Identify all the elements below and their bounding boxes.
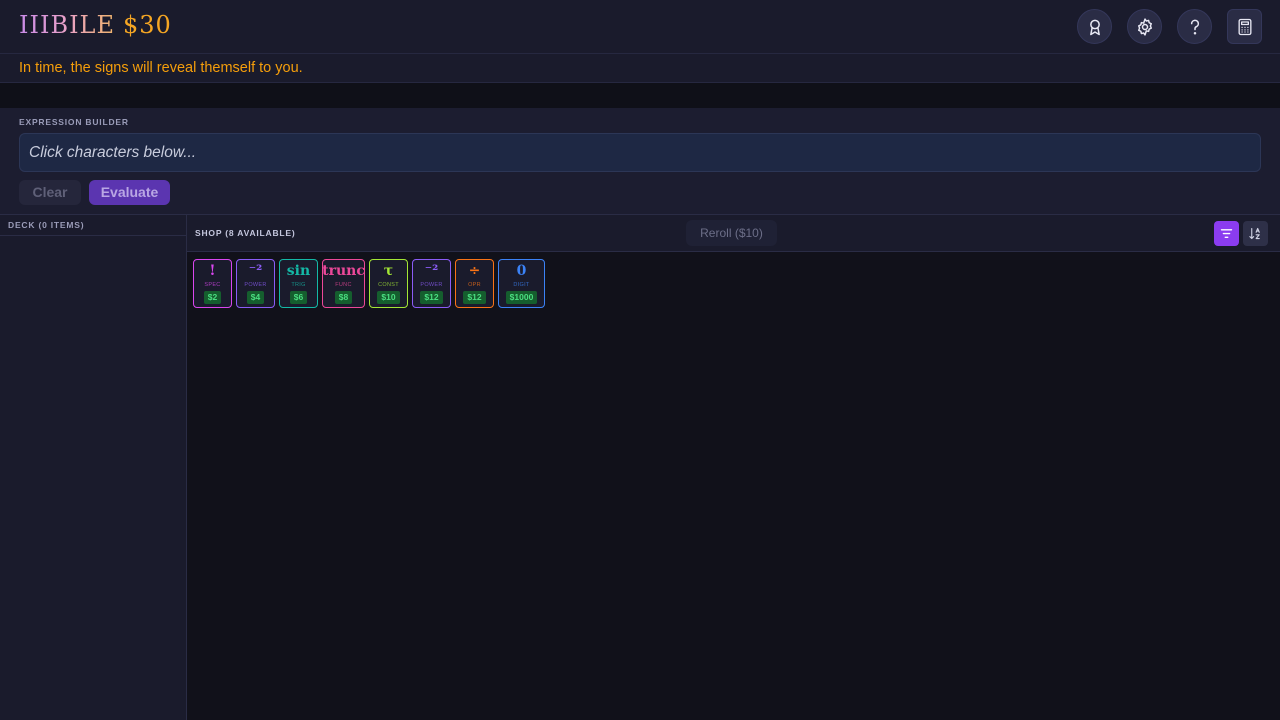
shop-title: SHOP (8 AVAILABLE) [195,228,296,238]
card-symbol: ⁻² [424,263,439,279]
help-icon [1190,19,1199,34]
sort-button[interactable] [1243,221,1268,246]
builder-label: EXPRESSION BUILDER [19,117,129,127]
shop-card[interactable]: trunc FUNC $8 [322,259,365,308]
shop-card[interactable]: ! SPEC $2 [193,259,232,308]
shop-card[interactable]: ÷ OPR $12 [455,259,494,308]
card-category: POWER [420,282,443,288]
shop-cards: ! SPEC $2 ⁻² POWER $4 sin TRIG $6 trunc FUNC $8 τ CON… [193,259,545,308]
card-symbol: ! [209,263,216,279]
card-symbol: ÷ [468,263,481,279]
evaluate-button[interactable]: Evaluate [89,180,170,205]
award-icon [1089,19,1100,35]
card-symbol: τ [383,263,394,279]
card-category: OPR [468,282,481,288]
shop-card[interactable]: ⁻² POWER $12 [412,259,451,308]
expression-input[interactable]: Click characters below... [19,133,1261,172]
achievements-button[interactable] [1077,9,1112,44]
sort-icon [1249,227,1260,240]
card-symbol: 0 [516,263,527,279]
expression-builder: EXPRESSION BUILDER Click characters belo… [0,108,1280,215]
shop-card[interactable]: 0 DIGIT $1000 [498,259,545,308]
money-display: $30 [123,11,172,39]
card-price: $12 [463,291,486,304]
shop-body: ! SPEC $2 ⁻² POWER $4 sin TRIG $6 trunc FUNC $8 τ CON… [187,252,1280,720]
card-symbol: ⁻² [248,263,263,279]
card-category: TRIG [291,282,306,288]
shop-card[interactable]: ⁻² POWER $4 [236,259,275,308]
card-price: $2 [203,291,222,304]
card-symbol: trunc [322,263,365,279]
card-category: POWER [244,282,267,288]
card-price: $10 [377,291,400,304]
calculator-button[interactable] [1227,9,1262,44]
game-title: IIIBILE [19,11,116,39]
card-category: CONST [378,282,399,288]
filter-icon [1220,229,1233,238]
shop-card[interactable]: sin TRIG $6 [279,259,318,308]
deck-title: DECK (0 ITEMS) [0,215,186,236]
card-price: $1000 [505,291,538,304]
clear-button[interactable]: Clear [19,180,81,205]
filter-button[interactable] [1214,221,1239,246]
card-category: SPEC [204,282,221,288]
card-price: $6 [289,291,308,304]
calculator-icon [1238,18,1251,35]
card-category: FUNC [335,282,352,288]
top-header: IIIBILE $30 [0,0,1280,54]
help-button[interactable] [1177,9,1212,44]
brand: IIIBILE $30 [19,11,172,39]
reroll-button[interactable]: Reroll ($10) [686,220,777,246]
card-price: $8 [334,291,353,304]
deck-panel: DECK (0 ITEMS) [0,215,187,720]
hint-text: In time, the signs will reveal themself … [0,54,1280,83]
card-price: $4 [246,291,265,304]
shop-card[interactable]: τ CONST $10 [369,259,408,308]
marquee-bar [0,83,1280,108]
card-symbol: sin [286,263,311,279]
shop-header: SHOP (8 AVAILABLE) Reroll ($10) [187,215,1280,252]
card-category: DIGIT [513,282,530,288]
gear-icon [1137,17,1152,36]
card-price: $12 [420,291,443,304]
settings-button[interactable] [1127,9,1162,44]
